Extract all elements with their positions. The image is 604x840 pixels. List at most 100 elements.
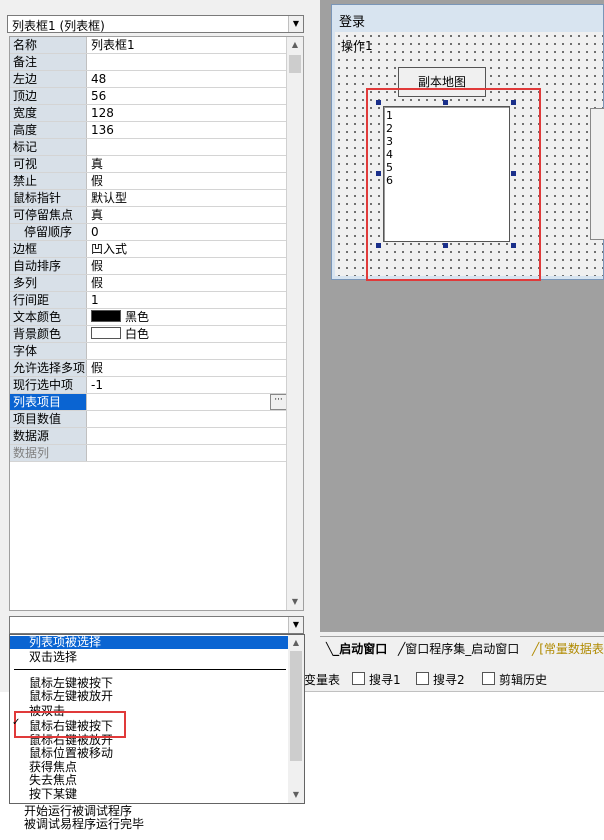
editor-tab-bar: ╲_启动窗口 ╱窗口程序集_启动窗口 ╱[常量数据表: [320, 636, 604, 659]
event-item[interactable]: 鼠标左键被放开: [10, 690, 290, 703]
scroll-thumb[interactable]: [289, 55, 301, 73]
tab-variables[interactable]: 变量表: [304, 671, 340, 688]
property-row[interactable]: 名称 列表框1: [10, 37, 288, 54]
property-value[interactable]: [88, 343, 288, 359]
property-value[interactable]: [88, 445, 288, 461]
scroll-down-icon[interactable]: ▼: [288, 787, 304, 803]
property-value-text: 48: [91, 72, 107, 86]
chevron-down-icon[interactable]: ▼: [288, 16, 303, 32]
property-row[interactable]: 行间距 1: [10, 292, 288, 309]
property-value[interactable]: 默认型: [88, 190, 288, 206]
property-name: 数据源: [10, 428, 87, 444]
tab-search2[interactable]: 搜寻2: [416, 671, 465, 688]
property-value[interactable]: 黑色: [88, 309, 288, 325]
event-list-scrollbar[interactable]: ▲ ▼: [288, 635, 304, 803]
property-row[interactable]: 可停留焦点真: [10, 207, 288, 224]
event-item[interactable]: 列表项被选择: [10, 636, 290, 649]
property-name: 左边: [10, 71, 87, 87]
property-row[interactable]: 鼠标指针 默认型: [10, 190, 288, 207]
property-row[interactable]: 文本颜色 黑色: [10, 309, 288, 326]
property-row[interactable]: 高度 136: [10, 122, 288, 139]
property-row[interactable]: 数据源: [10, 428, 288, 445]
property-row[interactable]: 允许选择多项假: [10, 360, 288, 377]
property-row[interactable]: 字体: [10, 343, 288, 360]
property-value[interactable]: 真: [88, 207, 288, 223]
property-value[interactable]: -1: [88, 377, 288, 393]
ellipsis-button[interactable]: ···: [270, 394, 287, 410]
property-name: 名称: [10, 37, 87, 53]
property-value[interactable]: 128: [88, 105, 288, 121]
property-name: 鼠标指针: [10, 190, 87, 206]
property-row[interactable]: 边框 凹入式: [10, 241, 288, 258]
property-value[interactable]: 56: [88, 88, 288, 104]
form-title: 登录: [339, 15, 366, 30]
property-value[interactable]: 假: [88, 275, 288, 291]
scroll-thumb[interactable]: [290, 651, 302, 761]
property-row[interactable]: 可视真: [10, 156, 288, 173]
property-value[interactable]: 48: [88, 71, 288, 87]
property-row[interactable]: 禁止假: [10, 173, 288, 190]
event-item[interactable]: 失去焦点: [10, 774, 290, 787]
property-row[interactable]: 停留顺序 0: [10, 224, 288, 241]
property-row[interactable]: 数据列: [10, 445, 288, 462]
property-value[interactable]: 136: [88, 122, 288, 138]
property-value[interactable]: [88, 411, 288, 427]
property-value[interactable]: [88, 54, 288, 70]
event-selector[interactable]: ▼: [9, 616, 304, 634]
property-value[interactable]: 假: [88, 258, 288, 274]
chevron-down-icon[interactable]: ▼: [288, 617, 303, 633]
property-value[interactable]: ···: [88, 394, 288, 410]
scroll-up-icon[interactable]: ▲: [288, 635, 304, 651]
property-row[interactable]: 自动排序假: [10, 258, 288, 275]
separator: [14, 669, 286, 670]
property-row[interactable]: 顶边 56: [10, 88, 288, 105]
scroll-up-icon[interactable]: ▲: [287, 37, 303, 53]
property-value[interactable]: 假: [88, 173, 288, 189]
highlight-box: [14, 711, 126, 738]
property-scrollbar[interactable]: ▲ ▼: [286, 37, 303, 610]
property-value-text: 真: [91, 208, 104, 222]
property-value[interactable]: 列表框1: [88, 37, 288, 53]
menu-item[interactable]: 操作1: [341, 37, 373, 54]
property-row[interactable]: 左边 48: [10, 71, 288, 88]
property-value[interactable]: 0: [88, 224, 288, 240]
event-item[interactable]: 按下某键: [10, 788, 290, 801]
property-value[interactable]: [88, 428, 288, 444]
property-row[interactable]: 列表项目 ···: [10, 394, 288, 411]
property-row[interactable]: 标记: [10, 139, 288, 156]
property-value-text: 假: [91, 259, 104, 273]
property-row[interactable]: 项目数值: [10, 411, 288, 428]
property-value[interactable]: 假: [88, 360, 288, 376]
clipboard-icon: [482, 672, 495, 685]
property-value[interactable]: 白色: [88, 326, 288, 342]
property-value-text: 白色: [125, 327, 150, 341]
event-item[interactable]: 双击选择: [10, 651, 290, 664]
property-row[interactable]: 现行选中项 -1: [10, 377, 288, 394]
property-value[interactable]: 凹入式: [88, 241, 288, 257]
property-row[interactable]: 备注: [10, 54, 288, 71]
property-name: 停留顺序: [10, 224, 87, 240]
property-name: 背景颜色: [10, 326, 87, 342]
tab-clip-history[interactable]: 剪辑历史: [482, 671, 547, 688]
property-value[interactable]: [88, 139, 288, 155]
tab-start-window[interactable]: ╲_启动窗口: [326, 640, 387, 657]
scroll-down-icon[interactable]: ▼: [287, 594, 303, 610]
property-value[interactable]: 1: [88, 292, 288, 308]
search-icon: [352, 672, 365, 685]
lower-tab-bar: 变量表 搜寻1 搜寻2 剪辑历史: [300, 667, 604, 692]
property-row[interactable]: 宽度 128: [10, 105, 288, 122]
property-name: 行间距: [10, 292, 87, 308]
property-row[interactable]: 背景颜色 白色: [10, 326, 288, 343]
partial-control[interactable]: [590, 108, 604, 240]
property-value-text: -1: [91, 378, 103, 392]
property-value[interactable]: 真: [88, 156, 288, 172]
property-name: 宽度: [10, 105, 87, 121]
tab-window-program-set[interactable]: ╱窗口程序集_启动窗口: [398, 640, 519, 657]
object-selector[interactable]: 列表框1 (列表框) ▼: [7, 15, 304, 33]
tab-constant-table[interactable]: ╱[常量数据表: [532, 640, 604, 657]
event-item[interactable]: 鼠标位置被移动: [10, 747, 290, 760]
property-row[interactable]: 多列假: [10, 275, 288, 292]
tab-search1[interactable]: 搜寻1: [352, 671, 401, 688]
property-name: 自动排序: [10, 258, 87, 274]
property-name: 允许选择多项: [10, 360, 87, 376]
